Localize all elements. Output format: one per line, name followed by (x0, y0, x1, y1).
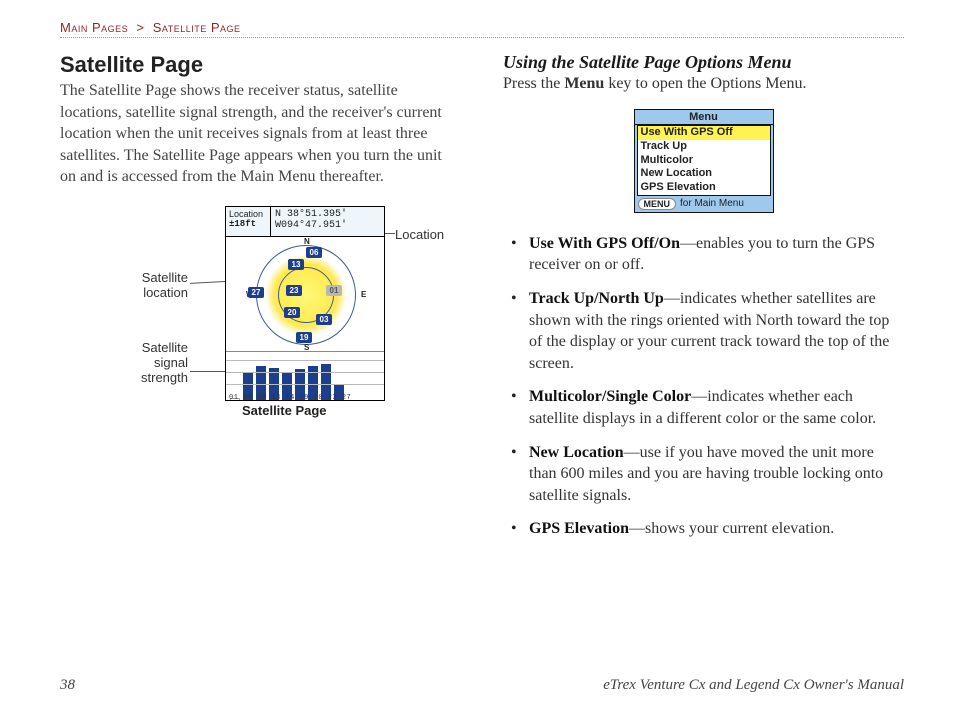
right-column: Using the Satellite Page Options Menu Pr… (503, 52, 904, 552)
satellite-marker: 01 (326, 285, 342, 296)
breadcrumb-sep: > (136, 20, 144, 35)
page-number: 38 (60, 677, 75, 694)
option-desc: —shows your current elevation. (629, 520, 834, 537)
options-menu-screen: Menu Use With GPS OffTrack UpMulticolorN… (634, 109, 774, 213)
option-name: Track Up/North Up (529, 290, 664, 307)
option-name: Use With GPS Off/On (529, 235, 680, 252)
menu-item: GPS Elevation (638, 181, 770, 195)
intro-paragraph: The Satellite Page shows the receiver st… (60, 80, 461, 188)
device-screen: Location ±18ft N 38°51.395' W094°47.951'… (225, 206, 385, 401)
gridline (226, 360, 384, 361)
option-item: Multicolor/Single Color—indicates whethe… (511, 386, 904, 429)
callout-location: Location (395, 228, 444, 243)
header-accuracy: Location ±18ft (226, 207, 271, 236)
page-footer: 38 eTrex Venture Cx and Legend Cx Owner'… (60, 677, 904, 694)
option-name: Multicolor/Single Color (529, 388, 691, 405)
satellite-page-figure: Satellite location Satellite signal stre… (50, 206, 430, 436)
cardinal-n: N (304, 237, 310, 246)
option-item: GPS Elevation—shows your current elevati… (511, 518, 904, 540)
menu-chip: MENU (638, 198, 677, 210)
satellite-marker: 03 (316, 314, 332, 325)
page-title: Satellite Page (60, 52, 461, 78)
satellite-marker: 27 (248, 287, 264, 298)
instr-pre: Press the (503, 75, 564, 92)
manual-title: eTrex Venture Cx and Legend Cx Owner's M… (603, 677, 904, 694)
satellite-marker: 20 (284, 307, 300, 318)
device-header: Location ±18ft N 38°51.395' W094°47.951' (226, 207, 384, 237)
header-accuracy-value: ±18ft (229, 219, 267, 229)
callout-signal-strength: Satellite signal strength (128, 341, 188, 386)
option-name: GPS Elevation (529, 520, 629, 537)
cardinal-s: S (304, 343, 309, 352)
gridline (226, 384, 384, 385)
menu-item: Use With GPS Off (638, 126, 770, 140)
menu-item: Multicolor (638, 154, 770, 168)
options-menu-heading: Using the Satellite Page Options Menu (503, 52, 904, 73)
breadcrumb-b: Satellite Page (153, 20, 241, 35)
divider-rule (60, 37, 904, 38)
sky-plot: N S E W 1323272001031906 (226, 237, 384, 352)
instr-key: Menu (564, 75, 604, 92)
instr-post: key to open the Options Menu. (604, 75, 806, 92)
menu-item: New Location (638, 167, 770, 181)
header-label: Location (229, 209, 267, 219)
menu-title: Menu (635, 110, 773, 125)
satellite-marker: 06 (306, 247, 322, 258)
coord-lat: N 38°51.395' (275, 209, 380, 220)
options-menu-figure: Menu Use With GPS OffTrack UpMulticolorN… (503, 109, 904, 213)
header-coords: N 38°51.395' W094°47.951' (271, 207, 384, 236)
breadcrumb: Main Pages > Satellite Page (60, 20, 904, 35)
cardinal-e: E (361, 290, 366, 299)
instruction-text: Press the Menu key to open the Options M… (503, 75, 904, 93)
option-item: Track Up/North Up—indicates whether sate… (511, 288, 904, 374)
menu-body: Use With GPS OffTrack UpMulticolorNew Lo… (637, 125, 771, 196)
option-name: New Location (529, 444, 624, 461)
breadcrumb-a: Main Pages (60, 20, 128, 35)
signal-bars: 01 03 06 13 14 19 20 23 27 (226, 352, 384, 400)
left-column: Satellite Page The Satellite Page shows … (60, 52, 461, 552)
menu-footer-text: for Main Menu (680, 198, 744, 209)
option-item: Use With GPS Off/On—enables you to turn … (511, 233, 904, 276)
menu-footer: MENU for Main Menu (635, 196, 773, 212)
satellite-marker: 19 (296, 332, 312, 343)
satellite-marker: 23 (286, 285, 302, 296)
coord-lon: W094°47.951' (275, 220, 380, 231)
bar-labels: 01 03 06 13 14 19 20 23 27 (226, 394, 384, 402)
satellite-marker: 13 (288, 259, 304, 270)
gridline (226, 372, 384, 373)
options-list: Use With GPS Off/On—enables you to turn … (511, 233, 904, 540)
menu-item: Track Up (638, 140, 770, 154)
option-item: New Location—use if you have moved the u… (511, 442, 904, 507)
figure-caption: Satellite Page (242, 403, 327, 418)
callout-satellite-location: Satellite location (128, 271, 188, 301)
